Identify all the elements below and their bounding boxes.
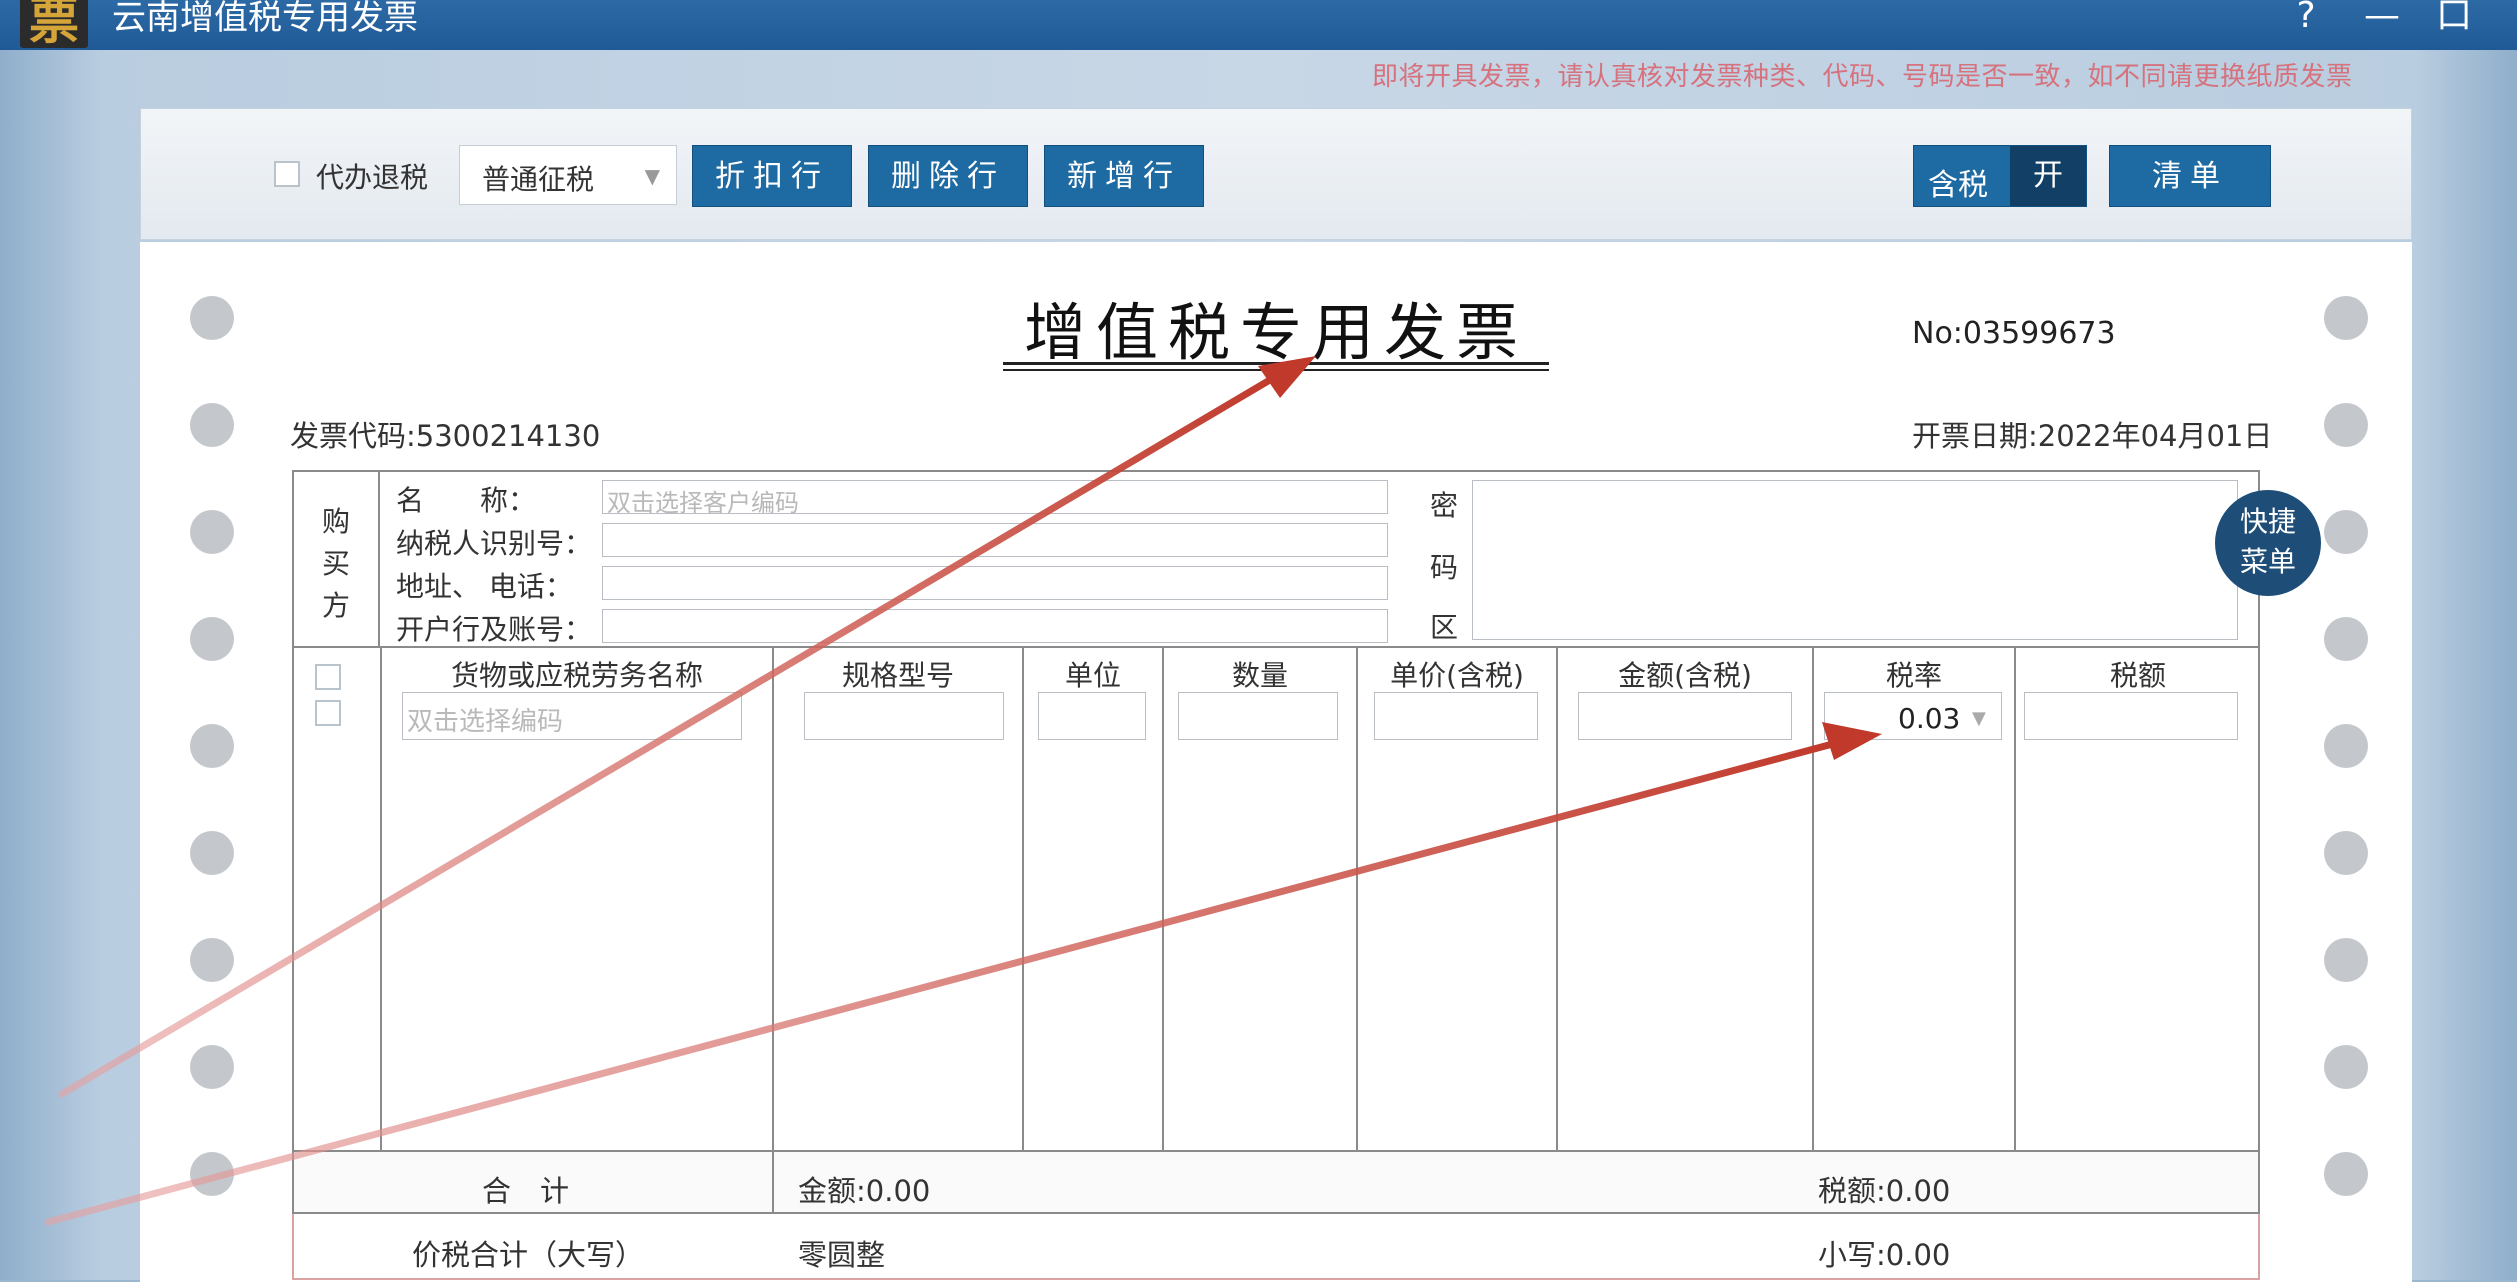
punch-hole xyxy=(2324,938,2368,982)
tax-type-value: 普通征税 xyxy=(482,163,595,196)
tax-included-toggle[interactable]: 含税 开 xyxy=(1913,145,2087,207)
invoice-date: 开票日期:2022年04月01日 xyxy=(1912,419,2273,453)
password-area-label-char: 密 xyxy=(1430,489,1459,522)
goods-name-placeholder: 双击选择编码 xyxy=(407,707,564,737)
punch-hole xyxy=(190,510,234,554)
clear-list-button[interactable]: 清单 xyxy=(2109,145,2271,207)
column-divider xyxy=(1162,648,1164,1152)
buyer-address-phone-label: 地址、 电话： xyxy=(396,570,573,603)
window-title: 云南增值税专用发票 xyxy=(112,0,418,38)
maximize-button[interactable]: 口 xyxy=(2432,0,2476,40)
proxy-refund-label: 代办退税 xyxy=(316,161,429,194)
buyer-name-label: 名 称： xyxy=(396,484,537,517)
grand-total-label: 价税合计（大写） xyxy=(412,1238,645,1272)
password-area xyxy=(1472,480,2238,640)
buyer-name-placeholder: 双击选择客户编码 xyxy=(607,489,799,517)
quick-menu-label: 快捷 xyxy=(2239,505,2296,538)
column-header: 货物或应税劳务名称 xyxy=(450,659,703,692)
punch-hole xyxy=(2324,724,2368,768)
delete-row-button[interactable]: 删除行 xyxy=(868,145,1028,207)
title-bar: 票 云南增值税专用发票 ? — 口 xyxy=(0,0,2517,50)
punch-hole xyxy=(2324,1152,2368,1196)
title-underline xyxy=(1003,369,1549,371)
column-header: 金额(含税) xyxy=(1618,659,1752,692)
unit-price-input[interactable] xyxy=(1374,692,1538,740)
total-row xyxy=(292,1152,2260,1214)
invoice-title: 增值税专用发票 xyxy=(1024,296,1529,369)
punch-hole xyxy=(190,938,234,982)
help-button[interactable]: ? xyxy=(2284,0,2328,40)
column-divider xyxy=(380,648,382,1152)
tax-rate-value: 0.03 xyxy=(1898,702,1961,735)
notice-text: 即将开具发票，请认真核对发票种类、代码、号码是否一致，如不同请更换纸质发票 xyxy=(1372,62,2353,92)
select-all-checkbox[interactable] xyxy=(315,664,341,690)
app-logo-icon: 票 xyxy=(20,0,88,48)
punch-hole xyxy=(190,403,234,447)
spec-model-input[interactable] xyxy=(804,692,1004,740)
goods-name-input[interactable]: 双击选择编码 xyxy=(402,692,742,740)
buyer-bank-account-input[interactable] xyxy=(602,609,1388,643)
invoice-number: No:03599673 xyxy=(1912,316,2116,351)
toolbar: 代办退税 普通征税 ▼ 折扣行 删除行 新增行 含税 开 清单 xyxy=(140,108,2412,240)
punch-hole xyxy=(2324,617,2368,661)
column-header: 单价(含税) xyxy=(1390,659,1524,692)
punch-hole xyxy=(2324,510,2368,554)
chevron-down-icon: ▼ xyxy=(1972,708,1986,729)
column-header: 单位 xyxy=(1064,659,1121,692)
column-divider xyxy=(772,648,774,1152)
unit-input[interactable] xyxy=(1038,692,1146,740)
password-area-label-char: 区 xyxy=(1430,611,1459,644)
punch-hole xyxy=(190,831,234,875)
buyer-bank-account-label: 开户行及账号： xyxy=(396,613,593,646)
quick-menu-label: 菜单 xyxy=(2239,545,2296,578)
tax-type-select[interactable]: 普通征税 ▼ xyxy=(459,145,677,205)
buyer-side-label: 购 买 方 xyxy=(292,470,380,648)
row-checkbox[interactable] xyxy=(315,700,341,726)
proxy-refund-checkbox[interactable] xyxy=(274,161,300,187)
column-header: 税率 xyxy=(1885,659,1942,692)
punch-hole xyxy=(190,724,234,768)
invoice-code: 发票代码:5300214130 xyxy=(290,419,601,453)
buyer-name-input[interactable]: 双击选择客户编码 xyxy=(602,480,1388,517)
punch-hole xyxy=(190,1152,234,1196)
buyer-label-char: 买 xyxy=(322,547,351,580)
column-divider xyxy=(1022,648,1024,1152)
column-divider xyxy=(2014,648,2016,1152)
title-underline xyxy=(1003,362,1549,365)
tax-included-label: 含税 xyxy=(1928,168,1988,203)
add-row-button[interactable]: 新增行 xyxy=(1044,145,1204,207)
minimize-button[interactable]: — xyxy=(2360,0,2404,40)
column-header: 数量 xyxy=(1231,659,1288,692)
buyer-tax-id-label: 纳税人识别号： xyxy=(396,527,593,560)
punch-hole xyxy=(190,1045,234,1089)
punch-hole xyxy=(2324,1045,2368,1089)
password-area-label-char: 码 xyxy=(1430,551,1459,584)
column-divider xyxy=(1356,648,1358,1152)
column-header: 税额 xyxy=(2109,659,2166,692)
punch-hole xyxy=(2324,403,2368,447)
tax-included-state: 开 xyxy=(2010,146,2086,206)
punch-hole xyxy=(190,296,234,340)
total-tax: 税额:0.00 xyxy=(1818,1174,1951,1208)
punch-hole xyxy=(2324,831,2368,875)
buyer-address-phone-input[interactable] xyxy=(602,566,1388,600)
amount-input[interactable] xyxy=(1578,692,1792,740)
total-amount: 金额:0.00 xyxy=(798,1174,931,1208)
discount-row-button[interactable]: 折扣行 xyxy=(692,145,852,207)
quick-menu-button[interactable]: 快捷 菜单 xyxy=(2215,490,2321,596)
column-divider xyxy=(1812,648,1814,1152)
total-label: 合 计 xyxy=(482,1174,570,1208)
column-divider xyxy=(1556,648,1558,1152)
column-header: 规格型号 xyxy=(841,659,954,692)
buyer-label-char: 购 xyxy=(322,505,351,538)
grand-total-small: 小写:0.00 xyxy=(1818,1238,1951,1272)
grand-total-words: 零圆整 xyxy=(798,1238,886,1272)
buyer-tax-id-input[interactable] xyxy=(602,523,1388,557)
punch-hole xyxy=(190,617,234,661)
chevron-down-icon: ▼ xyxy=(644,164,660,188)
tax-amount-input[interactable] xyxy=(2024,692,2238,740)
punch-hole xyxy=(2324,296,2368,340)
quantity-input[interactable] xyxy=(1178,692,1338,740)
buyer-label-char: 方 xyxy=(322,589,351,622)
